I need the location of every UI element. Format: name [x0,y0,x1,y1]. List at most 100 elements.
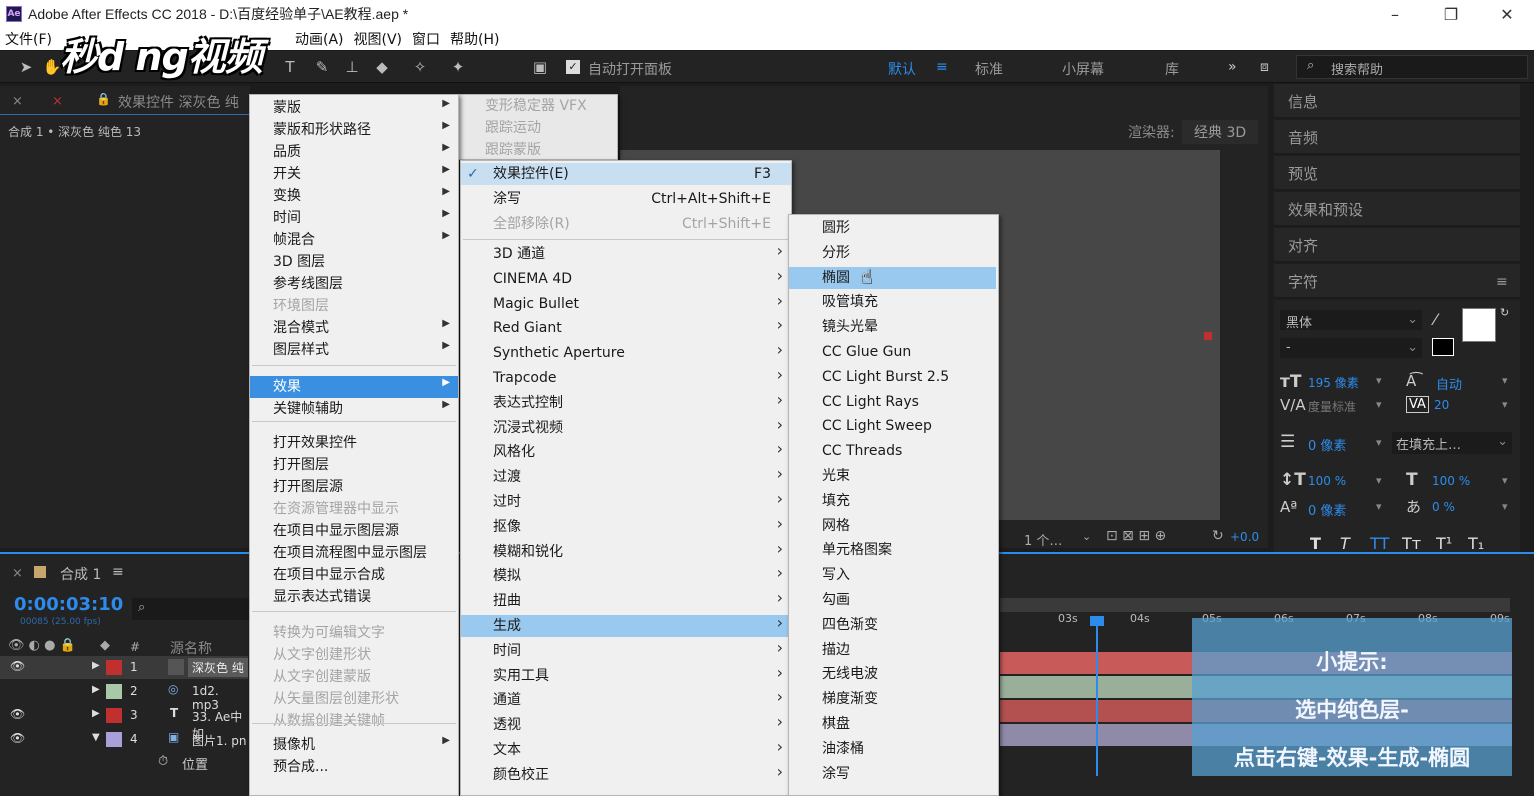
generate-effect-item[interactable]: 四色渐变 [789,614,996,636]
generate-effect-item[interactable]: 勾画 [789,589,996,611]
swap-colors-icon[interactable]: ↻ [1500,306,1509,319]
workspace-menu-icon[interactable]: ≡ [936,59,948,75]
dropdown-chevron-icon[interactable]: ⌄ [1082,530,1091,543]
menu-item[interactable]: 预合成... [250,756,458,778]
vscale-chevron-icon[interactable]: ▾ [1376,474,1382,487]
menu-help[interactable]: 帮助(H) [450,29,499,49]
generate-effect-item[interactable]: 光束 [789,465,996,487]
panel-info[interactable]: 信息 [1274,84,1520,118]
generate-effect-item[interactable]: 吸管填充 [789,291,996,313]
table-row[interactable]: 👁 ▼ 4 ▣ 图片1. pn [0,728,248,751]
kerning-chevron-icon[interactable]: ▾ [1376,398,1382,411]
tsume-value[interactable]: 0 % [1432,500,1455,514]
hand-tool-icon[interactable]: ✋ [42,58,62,76]
expand-arrow-icon[interactable]: ▶ [92,660,100,671]
layer-search-input[interactable]: ⌕ [132,598,250,620]
all-caps-button[interactable]: TT [1370,534,1389,553]
comp-tab[interactable]: 合成 1 [60,564,101,584]
workspace-library[interactable]: 库 [1165,59,1179,79]
small-caps-button[interactable]: Tт [1402,534,1421,553]
generate-effect-item[interactable]: 写入 [789,564,996,586]
leading-chevron-icon[interactable]: ▾ [1502,374,1508,387]
generate-effect-item[interactable]: 梯度渐变 [789,688,996,710]
generate-effect-item[interactable]: CC Glue Gun [789,341,996,363]
generate-effect-item[interactable]: 棋盘 [789,713,996,735]
panel-menu-icon[interactable]: ≡ [1496,274,1508,290]
eye-icon[interactable]: 👁 [10,731,25,745]
workspace-default[interactable]: 默认 [888,59,916,79]
menu-item[interactable]: 效果控件(E) F3 ✓ [461,163,791,185]
label-color-swatch[interactable] [106,732,122,747]
tab-menu-icon[interactable]: ≡ [112,564,124,580]
menu-window[interactable]: 窗口 [412,29,440,49]
stroke-width-chevron-icon[interactable]: ▾ [1376,436,1382,449]
generate-effect-item[interactable]: CC Light Burst 2.5 [789,366,996,388]
eraser-tool-icon[interactable]: ◆ [372,58,392,76]
exposure-value[interactable]: +0.0 [1230,530,1259,544]
table-row[interactable]: 👁 ▶ 3 T 33. Ae中如 [0,704,248,741]
menu-item[interactable]: 3D 图层 [250,251,458,273]
kerning-value[interactable]: 度量标准 [1308,398,1356,415]
panel-character[interactable]: 字符 [1274,264,1520,298]
generate-effect-item[interactable]: 镜头光晕 [789,316,996,338]
menu-item[interactable]: 摄像机 [250,734,458,756]
hscale-chevron-icon[interactable]: ▾ [1502,474,1508,487]
workspace-standard[interactable]: 标准 [975,59,1003,79]
subscript-button[interactable]: T₁ [1468,534,1484,553]
menu-item[interactable]: 在项目中显示图层源 [250,520,458,542]
timeline-close-icon[interactable]: × [12,566,23,581]
fill-color-swatch[interactable] [1462,308,1496,342]
effect-category-item[interactable]: Magic Bullet [461,293,791,315]
generate-effect-item[interactable]: 填充 [789,490,996,512]
effect-category-item[interactable]: 扭曲 [461,590,791,612]
effect-category-item[interactable]: 过渡 [461,466,791,488]
lock-icon[interactable]: 🔒 [96,92,111,106]
panel-close-icon-2[interactable]: × [52,94,63,109]
layer-name[interactable]: 深灰色 纯 [188,658,248,677]
generate-effect-item[interactable]: 网格 [789,515,996,537]
font-size-value[interactable]: 195 像素 [1308,374,1359,391]
generate-effect-item[interactable]: 分形 [789,242,996,264]
baseline-chevron-icon[interactable]: ▾ [1376,500,1382,513]
maximize-button[interactable]: ❐ [1428,0,1474,28]
effect-category-item[interactable]: 抠像 [461,516,791,538]
effect-category-item[interactable]: 3D 通道 [461,243,791,265]
menu-item[interactable]: 蒙版和形状路径 [250,119,458,141]
roto-brush-tool-icon[interactable]: ✧ [410,58,430,76]
effect-category-item[interactable]: 文本 [461,739,791,761]
vertical-scale-value[interactable]: 100 % [1308,474,1346,488]
collapse-arrow-icon[interactable]: ▼ [92,732,100,743]
anchor-point-marker[interactable] [1204,332,1212,340]
effect-category-item[interactable]: Trapcode [461,367,791,389]
menu-item[interactable]: 在项目中显示合成 [250,564,458,586]
effect-category-item[interactable]: 模糊和锐化 [461,541,791,563]
effect-category-item[interactable]: 通道 [461,689,791,711]
effect-category-item[interactable]: Red Giant [461,317,791,339]
eye-icon[interactable]: 👁 [10,707,25,721]
panel-align[interactable]: 对齐 [1274,228,1520,262]
generate-effect-item[interactable]: 涂写 [789,763,996,785]
effect-category-item[interactable]: 沉浸式视频 [461,417,791,439]
eyedropper-icon[interactable]: ⁄ [1434,310,1437,329]
menu-item[interactable]: 开关 [250,163,458,185]
effect-category-item[interactable]: 时间 [461,640,791,662]
tsume-chevron-icon[interactable]: ▾ [1502,500,1508,513]
generate-effect-item[interactable]: CC Threads [789,440,996,462]
menu-item[interactable]: 变换 [250,185,458,207]
menu-file[interactable]: 文件(F) [5,29,52,49]
workspace-small-screen[interactable]: 小屏幕 [1062,59,1104,79]
close-button[interactable]: ✕ [1484,0,1530,28]
stopwatch-icon[interactable]: ⏱ [158,754,168,769]
auto-open-panel-checkbox[interactable]: ✓ [566,60,580,74]
menu-item[interactable]: 品质 [250,141,458,163]
playhead-handle[interactable] [1090,616,1104,626]
menu-item[interactable]: 在项目流程图中显示图层 [250,542,458,564]
faux-italic-button[interactable]: T [1340,534,1350,553]
black-white-swatch-icon[interactable] [1432,338,1454,356]
menu-item[interactable]: 蒙版 [250,97,458,119]
panel-preview[interactable]: 预览 [1274,156,1520,190]
reset-exposure-icon[interactable]: ↻ [1212,528,1224,544]
renderer-value[interactable]: 经典 3D [1182,120,1259,144]
stroke-mode-dropdown[interactable]: 在填充上… ⌄ [1392,432,1512,454]
minimize-button[interactable]: – [1372,0,1418,28]
